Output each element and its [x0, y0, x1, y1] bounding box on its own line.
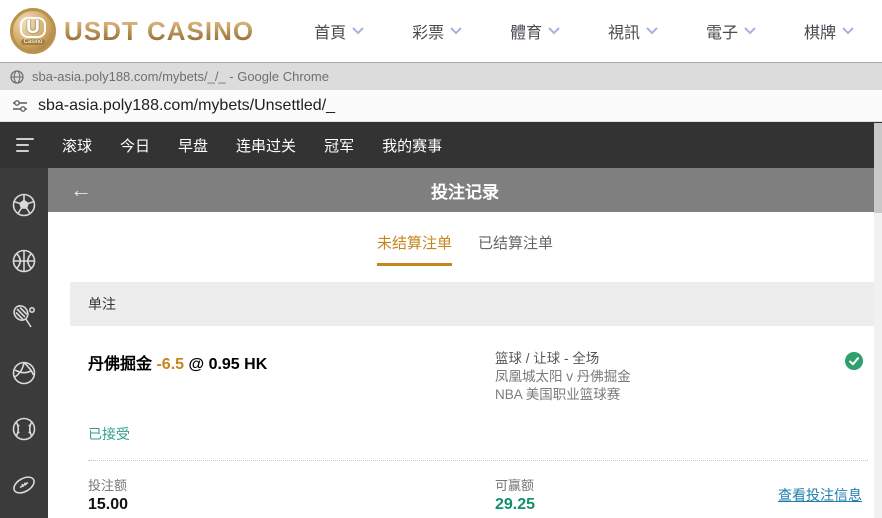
tab-unsettled[interactable]: 未结算注单	[377, 232, 452, 266]
window-title: sba-asia.poly188.com/mybets/_/_ - Google…	[32, 69, 329, 84]
nav-label: 首頁	[314, 19, 346, 43]
market-info: 篮球 / 让球 - 全场 凤凰城太阳 v 丹佛掘金 NBA 美国职业篮球赛	[495, 350, 826, 404]
logo-monogram: U	[20, 17, 46, 38]
sportnav-live[interactable]: 滚球	[62, 135, 92, 156]
nav-label: 體育	[510, 19, 542, 43]
check-circle-icon	[845, 352, 863, 370]
scrollbar-thumb[interactable]	[874, 123, 882, 213]
chevron-down-icon	[744, 27, 756, 35]
scrollbar[interactable]	[874, 123, 882, 518]
sport-nav: 滚球 今日 早盘 连串过关 冠军 我的赛事	[0, 122, 882, 168]
chevron-down-icon	[548, 27, 560, 35]
page-header: ← 投注记录	[48, 168, 882, 212]
brand-text: USDT CASINO	[64, 16, 254, 47]
tune-icon[interactable]	[12, 99, 28, 113]
bet-row: 丹佛掘金 -6.5 @ 0.95 HK 篮球 / 让球 - 全场 凤凰城太阳 v…	[48, 326, 882, 404]
stake-block: 投注额 15.00	[88, 475, 495, 514]
volleyball-icon[interactable]	[11, 360, 37, 386]
soccer-icon[interactable]	[11, 192, 37, 218]
globe-icon	[10, 70, 24, 84]
sportnav-today[interactable]: 今日	[120, 135, 150, 156]
chevron-down-icon	[352, 27, 364, 35]
nav-item-lottery[interactable]: 彩票	[412, 19, 462, 43]
address-url[interactable]: sba-asia.poly188.com/mybets/Unsettled/_	[38, 97, 335, 115]
stakes-row: 投注额 15.00 可赢额 29.25 查看投注信息	[48, 461, 882, 514]
win-value: 29.25	[495, 496, 778, 514]
bet-status: 已接受	[48, 404, 882, 444]
sportnav-outright[interactable]: 冠军	[324, 135, 354, 156]
bet-selection: 丹佛掘金 -6.5 @ 0.95 HK	[88, 350, 495, 404]
nav-label: 棋牌	[804, 19, 836, 43]
nav-item-live-video[interactable]: 視訊	[608, 19, 658, 43]
site-header: U Casino USDT CASINO 首頁 彩票 體育 視訊	[0, 0, 882, 62]
view-bet-details-link[interactable]: 查看投注信息	[778, 485, 862, 505]
tab-settled[interactable]: 已结算注单	[478, 232, 553, 263]
menu-icon[interactable]	[16, 138, 36, 152]
page-title: 投注记录	[48, 178, 882, 203]
basketball-icon[interactable]	[11, 248, 37, 274]
main-nav: 首頁 彩票 體育 視訊 電子 棋牌	[314, 19, 854, 43]
nav-item-home[interactable]: 首頁	[314, 19, 364, 43]
chevron-down-icon	[842, 27, 854, 35]
chrome-urlbar: sba-asia.poly188.com/mybets/Unsettled/_	[0, 90, 882, 122]
baseball-icon[interactable]	[11, 416, 37, 442]
market-name: 篮球 / 让球 - 全场	[495, 350, 826, 368]
sportnav-early[interactable]: 早盘	[178, 135, 208, 156]
stake-value: 15.00	[88, 496, 495, 514]
nav-label: 彩票	[412, 19, 444, 43]
section-label: 单注	[88, 294, 116, 314]
selection-name: 丹佛掘金	[88, 356, 152, 373]
nav-item-cards[interactable]: 棋牌	[804, 19, 854, 43]
nav-item-sports[interactable]: 體育	[510, 19, 560, 43]
logo-ball-icon: U Casino	[10, 8, 56, 54]
bet-tabs: 未结算注单 已结算注单	[48, 212, 882, 282]
handicap-value: -6.5	[156, 356, 184, 373]
page-body: ← 投注记录 未结算注单 已结算注单 单注 丹佛掘金 -6.5 @ 0.95 H…	[0, 168, 882, 518]
nav-label: 視訊	[608, 19, 640, 43]
event-name: 凤凰城太阳 v 丹佛掘金	[495, 368, 826, 386]
odds-value: 0.95 HK	[209, 356, 268, 373]
logo-badge: Casino	[21, 39, 46, 45]
nav-item-slots[interactable]: 電子	[706, 19, 756, 43]
screen: U Casino USDT CASINO 首頁 彩票 體育 視訊	[0, 0, 882, 518]
league-name: NBA 美国职业篮球赛	[495, 386, 826, 404]
tennis-icon[interactable]	[11, 304, 37, 330]
stake-label: 投注额	[88, 475, 495, 494]
chevron-down-icon	[646, 27, 658, 35]
win-label: 可赢额	[495, 475, 778, 494]
nav-label: 電子	[706, 19, 738, 43]
sportnav-my-events[interactable]: 我的赛事	[382, 135, 442, 156]
section-single-bet: 单注	[70, 282, 874, 326]
chevron-down-icon	[450, 27, 462, 35]
at-symbol: @	[189, 356, 205, 373]
chrome-titlebar[interactable]: sba-asia.poly188.com/mybets/_/_ - Google…	[0, 62, 882, 90]
sportnav-parlay[interactable]: 连串过关	[236, 135, 296, 156]
win-block: 可赢额 29.25	[495, 475, 778, 514]
bet-records-panel: ← 投注记录 未结算注单 已结算注单 单注 丹佛掘金 -6.5 @ 0.95 H…	[48, 168, 882, 518]
usdt-casino-logo[interactable]: U Casino USDT CASINO	[10, 8, 254, 54]
football-icon[interactable]	[11, 472, 37, 498]
sport-icon-rail	[0, 168, 48, 518]
